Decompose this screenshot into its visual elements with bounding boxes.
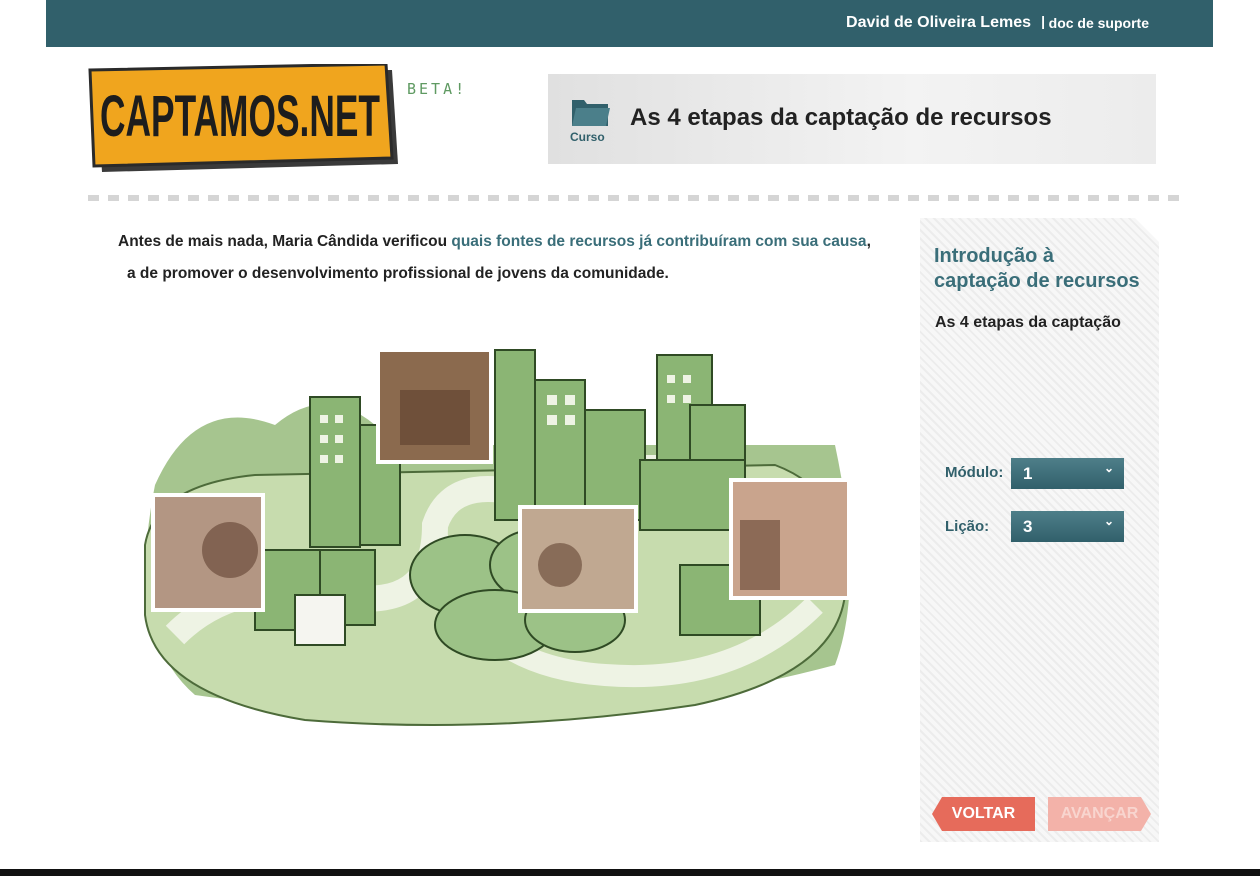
top-bar: David de Oliveira Lemes | doc de suporte <box>46 0 1213 47</box>
module-label: Módulo: <box>945 464 1004 481</box>
header-separator: | <box>1041 13 1045 29</box>
dashed-divider <box>88 195 1183 201</box>
support-doc-link[interactable]: doc de suporte <box>1049 15 1149 31</box>
sidebar-course-title[interactable]: Introdução à captação de recursos <box>934 244 1144 294</box>
intro-text-line2: a de promover o desenvolvimento profissi… <box>127 265 669 282</box>
lesson-label: Lição: <box>945 518 990 535</box>
city-illustration <box>135 335 860 735</box>
module-select-value: 1 <box>1023 464 1033 483</box>
captamos-logo[interactable]: CAPTAMOS.NET <box>88 62 400 172</box>
intro-text: Antes de mais nada, Maria Cândida verifi… <box>118 226 878 290</box>
course-type-label: Curso <box>570 130 605 144</box>
beta-badge: BETA! <box>407 80 468 98</box>
lesson-sidebar: Introdução à captação de recursos As 4 e… <box>920 218 1159 842</box>
intro-text-end: , <box>866 233 871 250</box>
sidebar-lesson-title: As 4 etapas da captação <box>935 314 1121 331</box>
chevron-down-icon: ⌄ <box>1103 514 1114 528</box>
back-button[interactable]: VOLTAR <box>932 797 1035 831</box>
chevron-down-icon: ⌄ <box>1103 461 1114 475</box>
lesson-select[interactable]: 3 ⌄ <box>1011 511 1124 542</box>
user-name[interactable]: David de Oliveira Lemes <box>846 14 1031 32</box>
lesson-select-value: 3 <box>1023 517 1033 536</box>
funding-sources-link[interactable]: quais fontes de recursos já contribuíram… <box>451 233 866 250</box>
folder-icon <box>572 100 610 126</box>
logo-text: CAPTAMOS.NET <box>100 84 380 149</box>
intro-text-start: Antes de mais nada, Maria Cândida verifi… <box>118 233 452 250</box>
course-header: Curso As 4 etapas da captação de recurso… <box>548 74 1156 164</box>
module-select[interactable]: 1 ⌄ <box>1011 458 1124 489</box>
course-title: As 4 etapas da captação de recursos <box>630 104 1052 131</box>
bottom-bar <box>0 869 1260 876</box>
next-button[interactable]: AVANÇAR <box>1048 797 1151 831</box>
